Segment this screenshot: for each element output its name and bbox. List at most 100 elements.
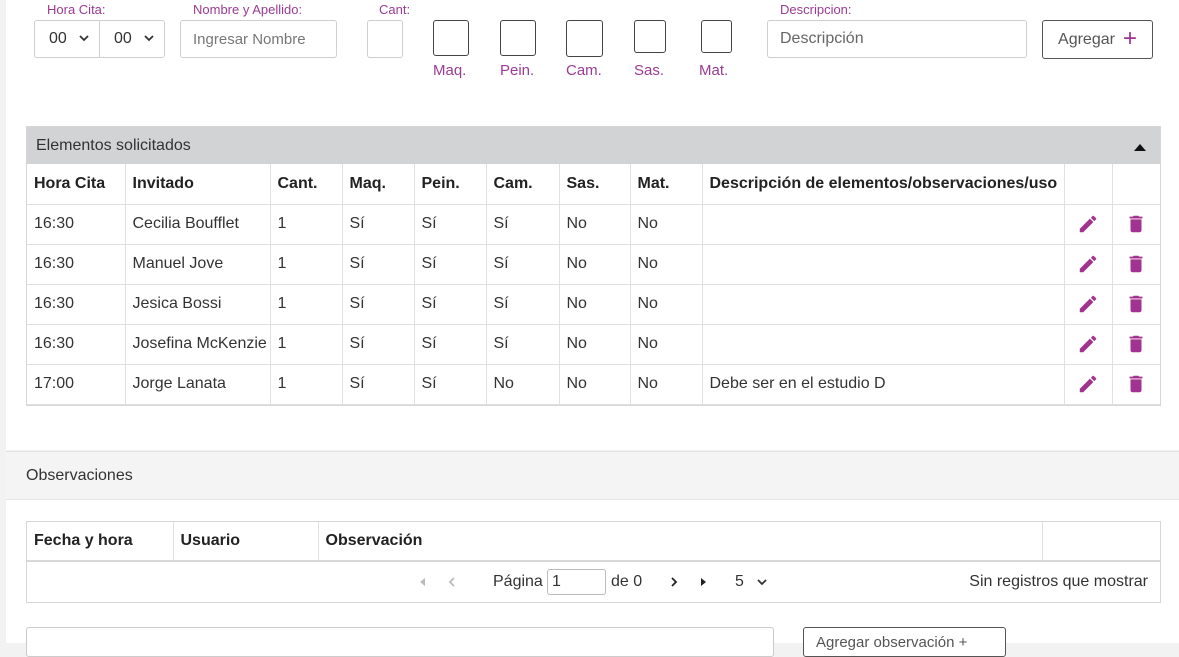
cell-invitado: Cecilia Boufflet bbox=[125, 204, 271, 245]
col-invitado[interactable]: Invitado bbox=[125, 164, 271, 205]
edit-cell bbox=[1064, 284, 1113, 325]
col-descripcion[interactable]: Descripción de elementos/observaciones/u… bbox=[702, 164, 1065, 205]
minute-value: 00 bbox=[114, 30, 132, 47]
page-input[interactable]: 1 bbox=[547, 569, 606, 595]
col-observacion[interactable]: Observación bbox=[318, 522, 1043, 562]
col-pein[interactable]: Pein. bbox=[414, 164, 487, 205]
hour-select[interactable]: 00 bbox=[34, 20, 100, 58]
col-mat[interactable]: Mat. bbox=[630, 164, 703, 205]
sas-checkbox[interactable] bbox=[634, 20, 666, 53]
cell-invitado: Jesica Bossi bbox=[125, 284, 271, 325]
mat-checkbox[interactable] bbox=[701, 20, 732, 53]
chevron-down-icon bbox=[79, 35, 89, 42]
descripcion-label: Descripcion: bbox=[780, 2, 852, 17]
pein-checkbox[interactable] bbox=[500, 20, 536, 56]
observaciones-title: Observaciones bbox=[26, 466, 133, 484]
pein-label: Pein. bbox=[500, 62, 535, 79]
cell-pein: Sí bbox=[414, 324, 487, 365]
minute-select[interactable]: 00 bbox=[99, 20, 165, 58]
pagina-label: Página bbox=[493, 573, 543, 590]
next-page-icon[interactable] bbox=[667, 575, 681, 589]
hour-value: 00 bbox=[49, 30, 67, 47]
chevron-down-icon bbox=[144, 35, 154, 42]
col-hora-cita[interactable]: Hora Cita bbox=[27, 164, 126, 205]
edit-pencil-icon[interactable] bbox=[1077, 373, 1099, 395]
cell-maq: Sí bbox=[342, 244, 415, 285]
cell-cam: Sí bbox=[486, 324, 560, 365]
plus-icon: + bbox=[1122, 24, 1137, 52]
edit-pencil-icon[interactable] bbox=[1077, 213, 1099, 235]
col-cant[interactable]: Cant. bbox=[270, 164, 343, 205]
observaciones-header-row: Fecha y hora Usuario Observación bbox=[27, 522, 1160, 562]
delete-trash-icon[interactable] bbox=[1125, 333, 1147, 355]
cell-invitado: Manuel Jove bbox=[125, 244, 271, 285]
descripcion-input[interactable]: Descripción bbox=[767, 20, 1027, 58]
elementos-panel-header[interactable]: Elementos solicitados bbox=[27, 127, 1160, 164]
col-usuario[interactable]: Usuario bbox=[173, 522, 319, 562]
agregar-observacion-button[interactable]: Agregar observación + bbox=[803, 627, 1006, 657]
cell-pein: Sí bbox=[414, 364, 487, 405]
col-sas[interactable]: Sas. bbox=[559, 164, 631, 205]
edit-pencil-icon[interactable] bbox=[1077, 293, 1099, 315]
delete-cell bbox=[1112, 204, 1160, 245]
collapse-triangle-icon[interactable] bbox=[1134, 144, 1146, 151]
col-fecha-hora[interactable]: Fecha y hora bbox=[27, 522, 174, 562]
cam-checkbox[interactable] bbox=[566, 20, 603, 57]
elementos-table: Hora Cita Invitado Cant. Maq. Pein. Cam.… bbox=[27, 164, 1160, 405]
empty-text: Sin registros que mostrar bbox=[969, 573, 1148, 590]
of-total-label: de 0 bbox=[611, 573, 643, 590]
cell-sas: No bbox=[559, 324, 631, 365]
col-cam[interactable]: Cam. bbox=[486, 164, 560, 205]
cell-hora: 16:30 bbox=[27, 324, 126, 365]
page-size-select[interactable]: 5 bbox=[735, 573, 744, 591]
col-edit bbox=[1064, 164, 1113, 205]
delete-cell bbox=[1112, 284, 1160, 325]
observaciones-table: Fecha y hora Usuario Observación bbox=[27, 522, 1160, 562]
delete-trash-icon[interactable] bbox=[1125, 213, 1147, 235]
nombre-input[interactable]: Ingresar Nombre bbox=[180, 20, 337, 58]
edit-cell bbox=[1064, 204, 1113, 245]
col-blank bbox=[1042, 522, 1160, 562]
first-page-icon[interactable] bbox=[415, 575, 429, 589]
prev-page-icon[interactable] bbox=[445, 575, 459, 589]
cell-hora: 16:30 bbox=[27, 204, 126, 245]
delete-trash-icon[interactable] bbox=[1125, 373, 1147, 395]
cell-cam: Sí bbox=[486, 284, 560, 325]
last-page-icon[interactable] bbox=[697, 575, 711, 589]
cell-pein: Sí bbox=[414, 244, 487, 285]
observacion-input[interactable] bbox=[26, 627, 774, 657]
maq-label: Maq. bbox=[433, 62, 467, 79]
cell-maq: Sí bbox=[342, 284, 415, 325]
col-maq[interactable]: Maq. bbox=[342, 164, 415, 205]
table-row: 16:30 Cecilia Boufflet 1 Sí Sí Sí No No bbox=[27, 204, 1160, 245]
table-row: 16:30 Josefina McKenzie 1 Sí Sí Sí No No bbox=[27, 324, 1160, 365]
cant-input[interactable] bbox=[367, 20, 403, 58]
cell-sas: No bbox=[559, 204, 631, 245]
delete-trash-icon[interactable] bbox=[1125, 293, 1147, 315]
edit-cell bbox=[1064, 364, 1113, 405]
cell-cant: 1 bbox=[270, 284, 343, 325]
edit-cell bbox=[1064, 324, 1113, 365]
cell-sas: No bbox=[559, 284, 631, 325]
cell-hora: 16:30 bbox=[27, 284, 126, 325]
observaciones-header: Observaciones bbox=[6, 451, 1179, 500]
cell-descripcion bbox=[702, 244, 1065, 285]
edit-pencil-icon[interactable] bbox=[1077, 333, 1099, 355]
cell-descripcion bbox=[702, 324, 1065, 365]
observaciones-card: Observaciones Fecha y hora Usuario Obser… bbox=[6, 451, 1179, 657]
cell-hora: 16:30 bbox=[27, 244, 126, 285]
cell-sas: No bbox=[559, 244, 631, 285]
table-row: 16:30 Jesica Bossi 1 Sí Sí Sí No No bbox=[27, 284, 1160, 325]
maq-checkbox[interactable] bbox=[433, 20, 469, 56]
cell-invitado: Jorge Lanata bbox=[125, 364, 271, 405]
cell-cant: 1 bbox=[270, 324, 343, 365]
cell-sas: No bbox=[559, 364, 631, 405]
cell-invitado: Josefina McKenzie bbox=[125, 324, 271, 365]
cell-maq: Sí bbox=[342, 364, 415, 405]
descripcion-placeholder: Descripción bbox=[780, 30, 864, 47]
chevron-down-icon[interactable] bbox=[757, 577, 767, 587]
edit-pencil-icon[interactable] bbox=[1077, 253, 1099, 275]
agregar-button[interactable]: Agregar + bbox=[1042, 20, 1153, 59]
elementos-title: Elementos solicitados bbox=[36, 136, 191, 154]
delete-trash-icon[interactable] bbox=[1125, 253, 1147, 275]
